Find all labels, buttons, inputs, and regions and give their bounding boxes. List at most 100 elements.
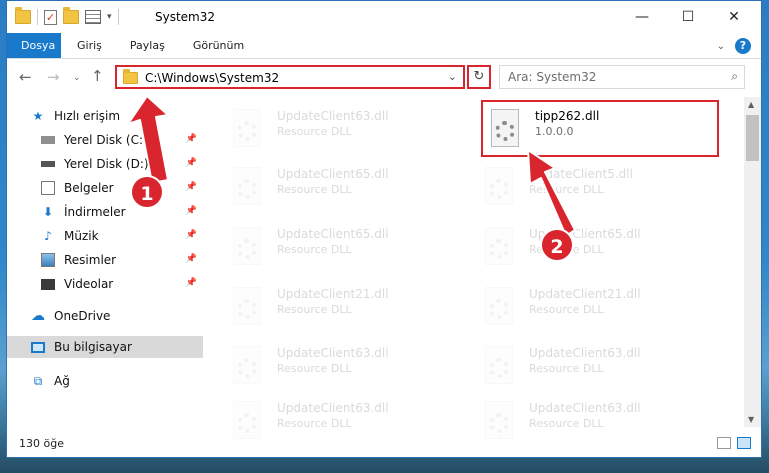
computer-icon bbox=[31, 341, 45, 353]
minimize-button[interactable]: — bbox=[619, 1, 665, 33]
file-description: Resource DLL bbox=[529, 303, 604, 316]
item-count: 130 öğe bbox=[19, 437, 64, 450]
file-item[interactable]: UpdateClient65.dllResource DLL bbox=[481, 223, 721, 273]
tab-share[interactable]: Paylaş bbox=[116, 33, 179, 58]
tab-home[interactable]: Giriş bbox=[61, 33, 116, 58]
folder-icon bbox=[15, 7, 31, 24]
toolbar-divider bbox=[117, 9, 119, 25]
file-description: Resource DLL bbox=[277, 243, 352, 256]
nav-item-documents[interactable]: Belgeler 📌 bbox=[7, 177, 203, 199]
file-list: UpdateClient63.dll Resource DLL UpdateCli… bbox=[219, 97, 739, 439]
chevron-down-icon[interactable]: ⌄ bbox=[448, 70, 457, 83]
forward-arrow-icon[interactable]: → bbox=[47, 68, 60, 86]
address-row: ← → ⌄ ↑ C:\Windows\System32 ⌄ ↻ Ara: Sys… bbox=[7, 59, 761, 97]
address-bar[interactable]: C:\Windows\System32 ⌄ bbox=[115, 65, 465, 89]
gear-icon bbox=[489, 239, 509, 259]
quick-access-toolbar: ✓ ▾ bbox=[15, 7, 119, 25]
search-input[interactable]: Ara: System32 ⌕ bbox=[499, 65, 745, 89]
nav-item-network[interactable]: ⧉ Ağ bbox=[7, 370, 203, 392]
gear-icon bbox=[237, 299, 257, 319]
file-item[interactable]: UpdateClient5.dll Resource DLL bbox=[481, 163, 721, 213]
gear-icon bbox=[237, 179, 257, 199]
back-arrow-icon[interactable]: ← bbox=[19, 68, 32, 86]
file-description: Resource DLL bbox=[529, 417, 604, 430]
tab-view[interactable]: Görünüm bbox=[179, 33, 258, 58]
close-button[interactable]: ✕ bbox=[711, 1, 757, 33]
nav-item-local-disk-c[interactable]: Yerel Disk (C:) 📌 bbox=[7, 129, 203, 151]
nav-item-label: Videolar bbox=[64, 277, 114, 291]
window-title: System32 bbox=[155, 10, 216, 24]
customize-qat-chevron-icon[interactable]: ▾ bbox=[107, 12, 112, 22]
expand-ribbon-chevron-icon[interactable]: ⌄ bbox=[717, 41, 725, 52]
scroll-up-icon[interactable]: ▲ bbox=[748, 100, 754, 109]
nav-item-label: OneDrive bbox=[54, 309, 111, 323]
scroll-thumb[interactable] bbox=[746, 115, 759, 161]
file-name: UpdateClient63.dll bbox=[277, 401, 389, 415]
gear-icon bbox=[489, 358, 509, 378]
drive-icon bbox=[41, 136, 55, 144]
new-folder-icon[interactable] bbox=[63, 7, 79, 24]
pin-icon[interactable]: 📌 bbox=[186, 206, 197, 216]
download-icon: ⬇ bbox=[42, 205, 54, 219]
nav-item-pictures[interactable]: Resimler 📌 bbox=[7, 249, 203, 271]
music-icon: ♪ bbox=[44, 229, 52, 243]
file-item-tipp262[interactable]: tipp262.dll 1.0.0.0 bbox=[487, 105, 727, 155]
refresh-button[interactable]: ↻ bbox=[467, 65, 491, 89]
help-icon[interactable]: ? bbox=[735, 38, 751, 54]
gear-icon bbox=[489, 413, 509, 433]
recent-locations-chevron-icon[interactable]: ⌄ bbox=[73, 73, 81, 83]
nav-item-local-disk-d[interactable]: Yerel Disk (D:) 📌 bbox=[7, 153, 203, 175]
step-1-badge: 1 bbox=[130, 175, 164, 209]
search-icon: ⌕ bbox=[731, 69, 738, 83]
file-item[interactable]: UpdateClient21.dll Resource DLL bbox=[481, 283, 721, 333]
step-2-badge: 2 bbox=[540, 228, 574, 262]
maximize-button[interactable]: ☐ bbox=[665, 1, 711, 33]
file-name: UpdateClient65.dll bbox=[277, 227, 389, 241]
up-arrow-icon[interactable]: ↑ bbox=[91, 67, 104, 85]
nav-item-label: Yerel Disk (C:) bbox=[64, 133, 148, 147]
pin-icon[interactable]: 📌 bbox=[186, 134, 197, 144]
file-item[interactable]: UpdateClient21.dll Resource DLL bbox=[229, 283, 469, 333]
file-item[interactable]: UpdateClient63.dll Resource DLL bbox=[229, 105, 469, 155]
file-version: 1.0.0.0 bbox=[535, 125, 574, 138]
file-description: Resource DLL bbox=[277, 362, 352, 375]
properties-icon[interactable] bbox=[85, 10, 101, 24]
gear-icon bbox=[489, 299, 509, 319]
pin-icon[interactable]: 📌 bbox=[186, 254, 197, 264]
properties-check-icon[interactable]: ✓ bbox=[44, 9, 57, 25]
file-item[interactable]: UpdateClient65.dll Resource DLL bbox=[229, 223, 469, 273]
file-name: UpdateClient21.dll bbox=[529, 287, 641, 301]
file-item[interactable]: UpdateClient63.dll Resource DLL bbox=[229, 342, 469, 392]
nav-item-videos[interactable]: Videolar 📌 bbox=[7, 273, 203, 295]
scroll-down-icon[interactable]: ▼ bbox=[748, 415, 754, 424]
file-name: UpdateClient63.dll bbox=[277, 109, 389, 123]
gear-icon bbox=[237, 358, 257, 378]
nav-item-quick-access[interactable]: ★ Hızlı erişim bbox=[7, 105, 203, 127]
nav-item-label: Yerel Disk (D:) bbox=[64, 157, 149, 171]
gear-icon bbox=[237, 413, 257, 433]
file-description: Resource DLL bbox=[529, 183, 604, 196]
details-view-icon[interactable] bbox=[717, 437, 731, 449]
pin-icon[interactable]: 📌 bbox=[186, 158, 197, 168]
tiles-view-icon[interactable] bbox=[737, 437, 751, 449]
pin-icon[interactable]: 📌 bbox=[186, 230, 197, 240]
nav-item-music[interactable]: ♪ Müzik 📌 bbox=[7, 225, 203, 247]
highlighted-file-box[interactable]: tipp262.dll 1.0.0.0 bbox=[481, 100, 719, 157]
gear-icon bbox=[237, 239, 257, 259]
pin-icon[interactable]: 📌 bbox=[186, 278, 197, 288]
tab-file[interactable]: Dosya bbox=[7, 33, 61, 58]
nav-item-this-pc[interactable]: Bu bilgisayar bbox=[7, 336, 203, 358]
nav-item-downloads[interactable]: ⬇ İndirmeler 📌 bbox=[7, 201, 203, 223]
vertical-scrollbar[interactable]: ▲ ▼ bbox=[744, 97, 761, 427]
file-item[interactable]: UpdateClient63.dll Resource DLL bbox=[481, 342, 721, 392]
nav-item-label: Bu bilgisayar bbox=[54, 340, 132, 354]
nav-item-label: Ağ bbox=[54, 374, 70, 388]
video-icon bbox=[41, 278, 55, 290]
file-description: Resource DLL bbox=[277, 125, 352, 138]
ribbon-tabs: Dosya Giriş Paylaş Görünüm ⌄ ? bbox=[7, 33, 761, 59]
file-item[interactable]: UpdateClient65.dllResource DLL bbox=[229, 163, 469, 213]
file-description: Resource DLL bbox=[529, 362, 604, 375]
pin-icon[interactable]: 📌 bbox=[186, 182, 197, 192]
file-description: Resource DLL bbox=[277, 417, 352, 430]
nav-item-onedrive[interactable]: ☁ OneDrive bbox=[7, 305, 203, 327]
